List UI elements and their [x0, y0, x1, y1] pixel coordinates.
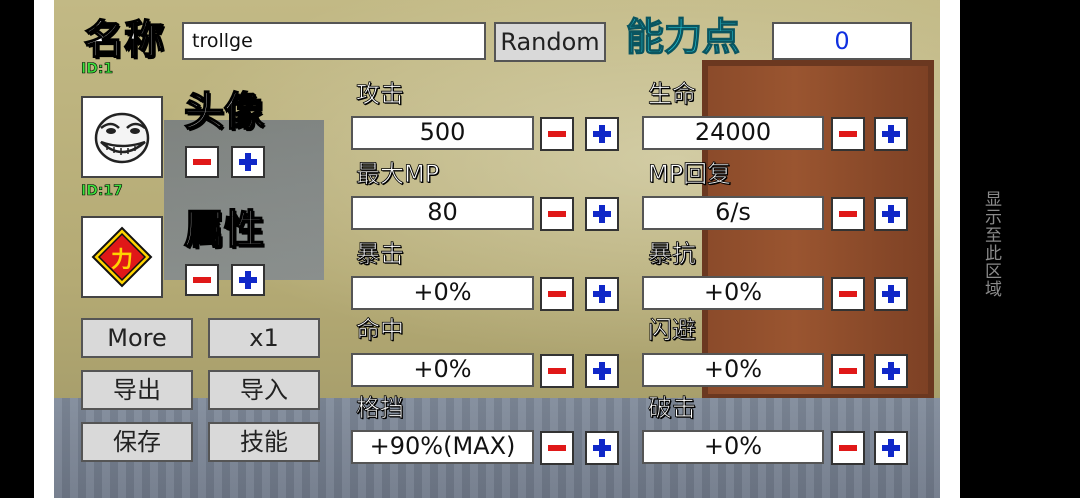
- ability-points-title: 能力点: [625, 15, 741, 59]
- minus-icon: [548, 125, 566, 143]
- save-button[interactable]: 保存: [81, 422, 193, 462]
- minus-icon: [839, 439, 857, 457]
- stat-value-dodge: +0%: [642, 353, 824, 387]
- stat-label-crit-resist: 暴抗: [648, 240, 697, 268]
- plus-icon: [593, 439, 611, 457]
- hp-plus-button[interactable]: [874, 117, 908, 151]
- avatar-id-label: ID:17: [81, 183, 124, 200]
- avatar-title: 头像: [183, 89, 265, 135]
- plus-icon: [593, 285, 611, 303]
- plus-icon: [239, 153, 257, 171]
- plus-icon: [593, 205, 611, 223]
- block-plus-button[interactable]: [585, 431, 619, 465]
- attribute-title: 属性: [183, 207, 265, 253]
- stat-label-mp-regen: MP回复: [648, 160, 732, 188]
- left-border: [34, 0, 54, 498]
- minus-icon: [548, 285, 566, 303]
- plus-icon: [593, 125, 611, 143]
- display-area-label: 显示至此区域: [981, 190, 1001, 298]
- minus-icon: [548, 362, 566, 380]
- stat-label-attack: 攻击: [356, 80, 405, 108]
- right-border: [940, 0, 960, 498]
- dodge-plus-button[interactable]: [874, 354, 908, 388]
- troll-face-icon: [94, 112, 150, 164]
- block-minus-button[interactable]: [540, 431, 574, 465]
- minus-icon: [839, 362, 857, 380]
- max-mp-minus-button[interactable]: [540, 197, 574, 231]
- plus-icon: [882, 285, 900, 303]
- max-mp-plus-button[interactable]: [585, 197, 619, 231]
- minus-icon: [839, 205, 857, 223]
- attribute-box[interactable]: 力: [81, 216, 163, 298]
- hp-minus-button[interactable]: [831, 117, 865, 151]
- stat-label-hit: 命中: [356, 316, 405, 344]
- plus-icon: [882, 439, 900, 457]
- plus-icon: [882, 362, 900, 380]
- dodge-minus-button[interactable]: [831, 354, 865, 388]
- avatar-minus-button[interactable]: [185, 146, 219, 178]
- break-plus-button[interactable]: [874, 431, 908, 465]
- import-button[interactable]: 导入: [208, 370, 320, 410]
- hit-plus-button[interactable]: [585, 354, 619, 388]
- stat-value-hit: +0%: [351, 353, 534, 387]
- more-button[interactable]: More: [81, 318, 193, 358]
- crit-resist-plus-button[interactable]: [874, 277, 908, 311]
- plus-icon: [882, 125, 900, 143]
- mp-regen-plus-button[interactable]: [874, 197, 908, 231]
- plus-icon: [593, 362, 611, 380]
- mp-regen-minus-button[interactable]: [831, 197, 865, 231]
- minus-icon: [839, 125, 857, 143]
- stat-value-break: +0%: [642, 430, 824, 464]
- avatar-box[interactable]: [81, 96, 163, 178]
- minus-icon: [839, 285, 857, 303]
- stat-label-dodge: 闪避: [648, 316, 697, 344]
- skills-button[interactable]: 技能: [208, 422, 320, 462]
- break-minus-button[interactable]: [831, 431, 865, 465]
- hit-minus-button[interactable]: [540, 354, 574, 388]
- avatar-plus-button[interactable]: [231, 146, 265, 178]
- background-window: [164, 120, 324, 280]
- crit-minus-button[interactable]: [540, 277, 574, 311]
- ability-points-value: 0: [772, 22, 912, 60]
- attribute-emblem-char: 力: [110, 248, 133, 273]
- export-button[interactable]: 导出: [81, 370, 193, 410]
- minus-icon: [548, 439, 566, 457]
- name-input[interactable]: trollge: [182, 22, 486, 60]
- stat-label-block: 格挡: [356, 394, 405, 422]
- name-title: 名称: [83, 17, 165, 63]
- stat-value-block: +90%(MAX): [351, 430, 534, 464]
- stat-value-crit: +0%: [351, 276, 534, 310]
- attack-minus-button[interactable]: [540, 117, 574, 151]
- stat-label-max-mp: 最大MP: [356, 160, 440, 188]
- random-button[interactable]: Random: [494, 22, 606, 62]
- plus-icon: [882, 205, 900, 223]
- multiplier-button[interactable]: x1: [208, 318, 320, 358]
- stat-value-mp-regen: 6/s: [642, 196, 824, 230]
- stat-label-break: 破击: [648, 394, 697, 422]
- stat-value-attack: 500: [351, 116, 534, 150]
- stat-value-crit-resist: +0%: [642, 276, 824, 310]
- plus-icon: [239, 271, 257, 289]
- attack-plus-button[interactable]: [585, 117, 619, 151]
- crit-plus-button[interactable]: [585, 277, 619, 311]
- stat-label-hp: 生命: [648, 80, 697, 108]
- stat-label-crit: 暴击: [356, 240, 405, 268]
- attribute-minus-button[interactable]: [185, 264, 219, 296]
- minus-icon: [193, 271, 211, 289]
- minus-icon: [193, 153, 211, 171]
- stat-value-max-mp: 80: [351, 196, 534, 230]
- attribute-plus-button[interactable]: [231, 264, 265, 296]
- game-screen: 名称 ID:1 trollge Random 能力点 0 头像 ID:17 力 …: [54, 0, 940, 498]
- stat-value-hp: 24000: [642, 116, 824, 150]
- name-id-label: ID:1: [81, 61, 114, 78]
- crit-resist-minus-button[interactable]: [831, 277, 865, 311]
- minus-icon: [548, 205, 566, 223]
